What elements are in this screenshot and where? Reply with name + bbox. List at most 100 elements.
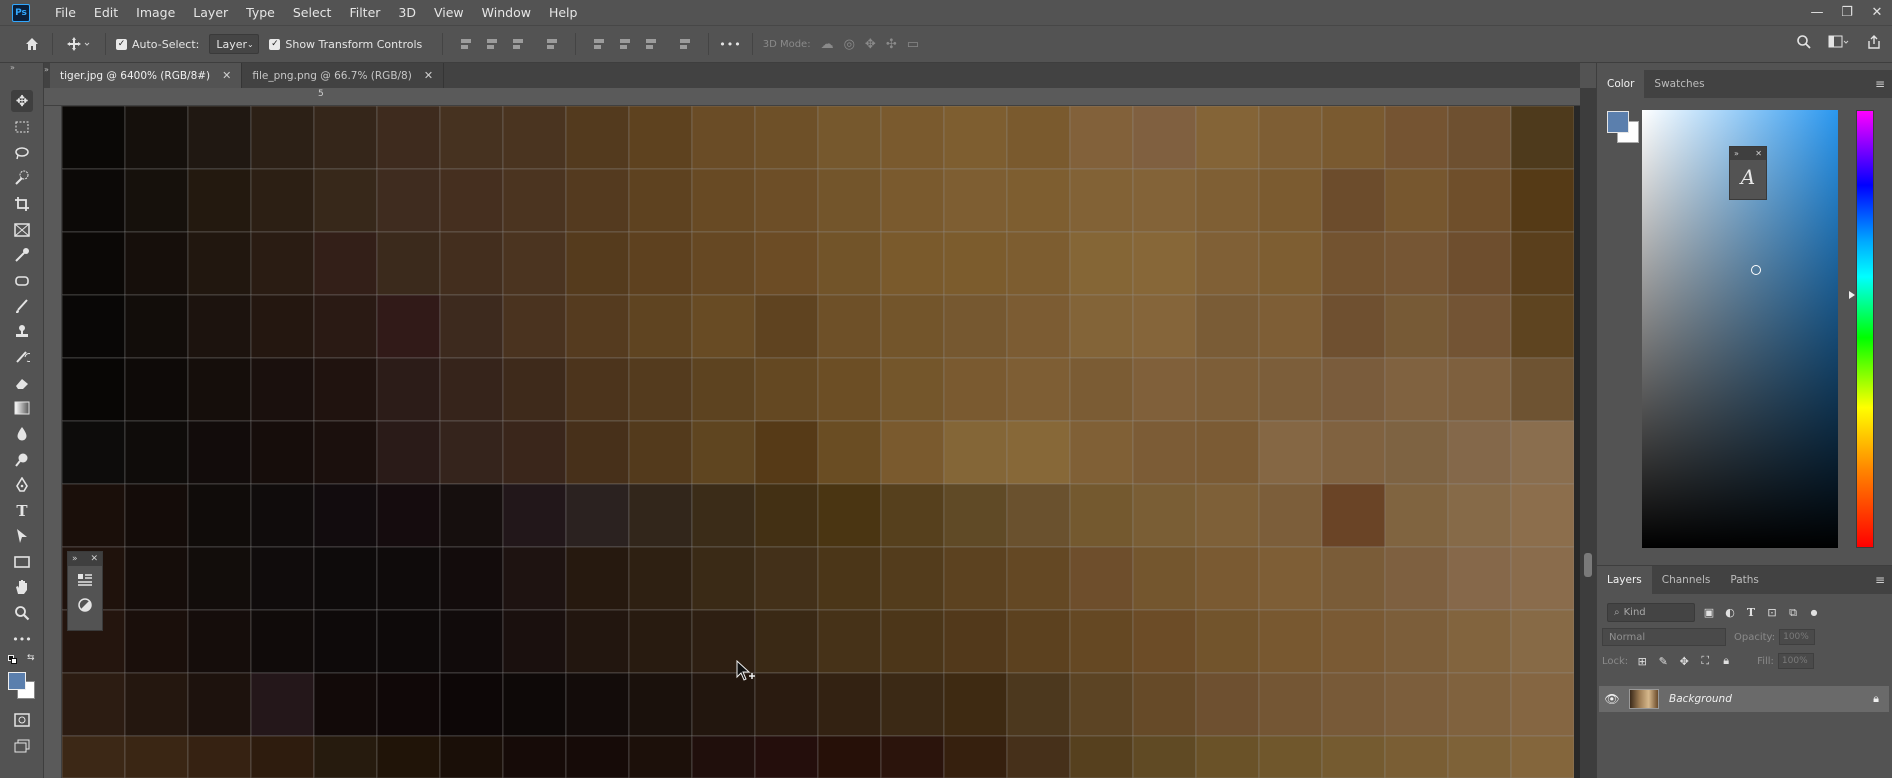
close-icon[interactable]: ✕	[90, 554, 98, 564]
lock-all-icon[interactable]: 🔒︎	[1719, 654, 1733, 668]
align-horizontal-center-icon[interactable]	[485, 37, 499, 51]
edit-toolbar-icon[interactable]: •••	[11, 628, 33, 650]
expand-icon[interactable]: »	[72, 554, 78, 564]
filter-type-icon[interactable]: T	[1744, 606, 1758, 620]
search-icon[interactable]	[1796, 34, 1812, 50]
color-picker-cursor[interactable]	[1751, 265, 1761, 275]
expand-icon[interactable]: »	[1734, 149, 1739, 158]
align-top-icon[interactable]	[592, 37, 606, 51]
color-swatches[interactable]	[8, 672, 38, 700]
auto-select-target-dropdown[interactable]: Layer ⌄	[209, 34, 260, 54]
pen-tool-icon[interactable]	[11, 474, 33, 496]
3d-orbit-icon[interactable]: ☁	[821, 37, 834, 52]
tab-file-png[interactable]: file_png.png @ 66.7% (RGB/8) ✕	[242, 63, 445, 88]
menu-file[interactable]: File	[46, 0, 85, 25]
align-bottom-icon[interactable]	[644, 37, 658, 51]
adjustments-icon[interactable]	[68, 592, 102, 618]
lock-position-icon[interactable]: ✥	[1677, 654, 1691, 668]
close-icon[interactable]: ✕	[1755, 149, 1762, 158]
layer-lock-icon[interactable]: 🔒︎	[1873, 692, 1879, 706]
filter-shape-icon[interactable]: ⊡	[1765, 606, 1779, 620]
brush-tool-icon[interactable]	[11, 295, 33, 317]
close-tab-icon[interactable]: ✕	[424, 69, 433, 82]
3d-roll-icon[interactable]: ◎	[844, 37, 855, 52]
fill-field[interactable]: 100%	[1777, 653, 1814, 669]
floating-panel-header[interactable]: » ✕	[68, 552, 102, 566]
layer-row-background[interactable]: 👁︎ Background 🔒︎	[1599, 686, 1889, 712]
filter-toggle-icon[interactable]: ●	[1807, 606, 1821, 620]
history-brush-tool-icon[interactable]	[11, 346, 33, 368]
panel-menu-icon[interactable]: ≡	[1875, 77, 1885, 91]
filter-adjustment-icon[interactable]: ◐	[1723, 606, 1737, 620]
lock-image-pixels-icon[interactable]: ✎	[1656, 654, 1670, 668]
screen-mode-icon[interactable]	[11, 735, 33, 757]
properties-icon[interactable]	[68, 566, 102, 592]
canvas[interactable]	[62, 106, 1580, 778]
menu-select[interactable]: Select	[284, 0, 341, 25]
panel-menu-icon[interactable]: ≡	[1875, 573, 1885, 587]
menu-view[interactable]: View	[425, 0, 473, 25]
menu-window[interactable]: Window	[473, 0, 540, 25]
marquee-tool-icon[interactable]	[11, 116, 33, 138]
align-left-icon[interactable]	[459, 37, 473, 51]
minimize-button[interactable]: —	[1802, 0, 1832, 25]
kind-filter-dropdown[interactable]: ⌕ Kind	[1607, 603, 1695, 622]
layer-name[interactable]: Background	[1669, 693, 1732, 705]
move-tool-preset-icon[interactable]	[63, 36, 95, 52]
tab-layers[interactable]: Layers	[1597, 566, 1652, 594]
tab-paths[interactable]: Paths	[1720, 566, 1769, 594]
opacity-field[interactable]: 100%	[1779, 629, 1816, 645]
scrollbar-thumb[interactable]	[1584, 553, 1592, 577]
filter-pixel-icon[interactable]: ▣	[1702, 606, 1716, 620]
type-tool-icon[interactable]: T	[11, 500, 33, 522]
workspace-icon[interactable]	[1828, 34, 1850, 50]
quick-mask-icon[interactable]	[11, 709, 33, 731]
3d-pan-icon[interactable]: ✥	[865, 37, 876, 52]
lasso-tool-icon[interactable]	[11, 142, 33, 164]
clone-stamp-tool-icon[interactable]	[11, 321, 33, 343]
close-button[interactable]: ✕	[1862, 0, 1892, 25]
vertical-ruler[interactable]	[44, 106, 62, 778]
close-tab-icon[interactable]: ✕	[222, 69, 231, 82]
menu-3d[interactable]: 3D	[389, 0, 425, 25]
eyedropper-tool-icon[interactable]	[11, 244, 33, 266]
tab-swatches[interactable]: Swatches	[1644, 70, 1714, 98]
3d-scale-icon[interactable]: ▭	[907, 37, 919, 52]
distribute-horizontal-icon[interactable]	[678, 37, 692, 51]
distribute-vertical-icon[interactable]	[545, 37, 559, 51]
dodge-tool-icon[interactable]	[11, 449, 33, 471]
swap-colors-icon[interactable]: ⇆	[27, 653, 35, 663]
auto-select-checkbox[interactable]: ✓ Auto-Select:	[116, 38, 199, 51]
align-right-icon[interactable]	[511, 37, 525, 51]
path-selection-tool-icon[interactable]	[11, 525, 33, 547]
gradient-tool-icon[interactable]	[11, 397, 33, 419]
align-vertical-center-icon[interactable]	[618, 37, 632, 51]
character-panel-icon[interactable]: A	[1730, 160, 1766, 194]
menu-type[interactable]: Type	[237, 0, 284, 25]
healing-brush-tool-icon[interactable]	[11, 270, 33, 292]
tab-color[interactable]: Color	[1597, 70, 1645, 98]
floating-panel-header[interactable]: » ✕	[1730, 147, 1766, 160]
foreground-color-swatch[interactable]	[1607, 111, 1629, 133]
blur-tool-icon[interactable]	[11, 423, 33, 445]
restore-button[interactable]: ❐	[1832, 0, 1862, 25]
horizontal-ruler[interactable]: 5	[44, 88, 1580, 106]
3d-slide-icon[interactable]: ✣	[886, 37, 897, 52]
share-icon[interactable]	[1866, 34, 1882, 50]
eraser-tool-icon[interactable]	[11, 372, 33, 394]
zoom-tool-icon[interactable]	[11, 602, 33, 624]
blend-mode-dropdown[interactable]: Normal	[1602, 628, 1726, 646]
more-options-icon[interactable]: •••	[719, 38, 741, 51]
rectangle-tool-icon[interactable]	[11, 551, 33, 573]
visibility-eye-icon[interactable]: 👁︎	[1599, 692, 1625, 706]
vertical-scrollbar[interactable]	[1580, 88, 1596, 778]
photoshop-logo[interactable]: Ps	[12, 3, 30, 22]
home-icon[interactable]	[22, 36, 42, 52]
show-transform-controls-checkbox[interactable]: ✓ Show Transform Controls	[269, 38, 422, 51]
frame-tool-icon[interactable]	[11, 219, 33, 241]
tab-tiger-jpg[interactable]: tiger.jpg @ 6400% (RGB/8#) ✕	[50, 63, 243, 88]
tab-channels[interactable]: Channels	[1652, 566, 1721, 594]
panel-collapse-icon[interactable]: »	[10, 63, 15, 72]
menu-layer[interactable]: Layer	[184, 0, 237, 25]
hand-tool-icon[interactable]	[11, 576, 33, 598]
